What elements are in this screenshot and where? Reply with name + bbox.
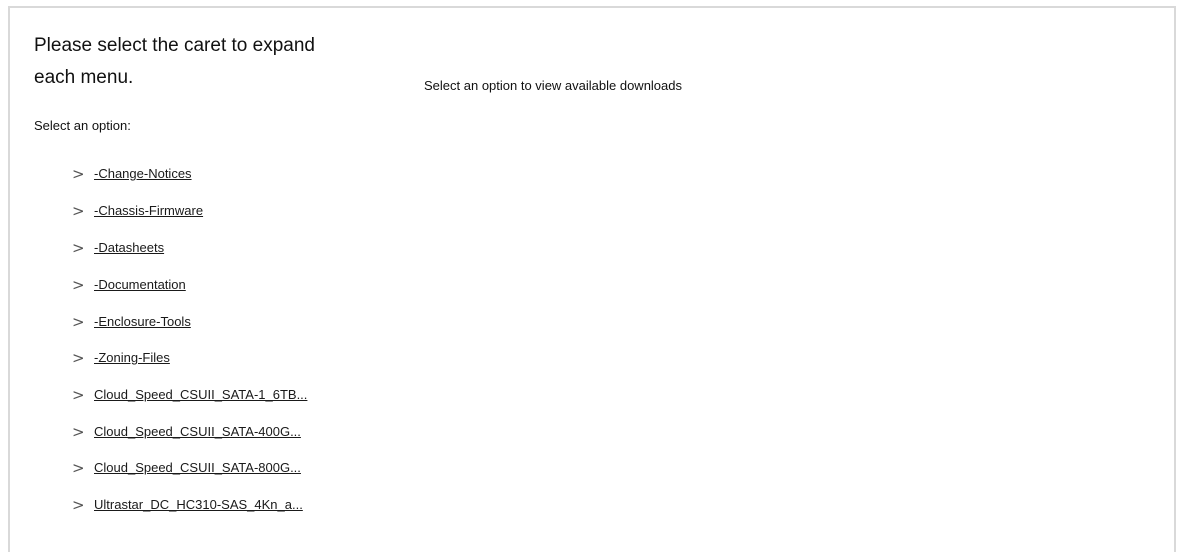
downloads-placeholder-message: Select an option to view available downl… [424,78,683,93]
tree-item: > -Chassis-Firmware [34,199,354,223]
tree-item-link[interactable]: Cloud_Speed_CSUII_SATA-1_6TB... [94,387,307,403]
page-heading: Please select the caret to expand each m… [34,35,315,88]
expand-caret-icon[interactable]: > [72,203,86,219]
tree-item: > -Documentation [34,273,354,297]
tree-item-link[interactable]: -Datasheets [94,240,164,256]
tree-item: > -Change-Notices [34,162,354,186]
tree-item-link[interactable]: Cloud_Speed_CSUII_SATA-800G... [94,460,301,476]
tree-item: > -Zoning-Files [34,346,354,370]
tree-item: > Ultrastar_DC_HC310-SAS_4Kn_a... [34,493,354,517]
options-tree-panel: > -Change-Notices > -Chassis-Firmware > … [34,138,372,534]
tree-item-link[interactable]: -Change-Notices [94,166,192,182]
expand-caret-icon[interactable]: > [72,314,86,330]
expand-caret-icon[interactable]: > [72,277,86,293]
expand-caret-icon[interactable]: > [72,350,86,366]
downloads-panel: Please select the caret to expand each m… [8,6,1176,552]
select-option-label: Select an option: [34,118,131,133]
expand-caret-icon[interactable]: > [72,460,86,476]
expand-caret-icon[interactable]: > [72,424,86,440]
tree-item-link[interactable]: Ultrastar_DC_HC310-SAS_4Kn_a... [94,497,303,513]
tree-item-link[interactable]: -Documentation [94,277,186,293]
expand-caret-icon[interactable]: > [72,387,86,403]
expand-caret-icon[interactable]: > [72,497,86,513]
tree-item-link[interactable]: -Zoning-Files [94,350,170,366]
tree-item: > -Enclosure-Tools [34,310,354,334]
tree-item: > -Datasheets [34,236,354,260]
tree-item: > Cloud_Speed_CSUII_SATA-1_6TB... [34,383,354,407]
tree-item: > Cloud_Speed_CSUII_SATA-800G... [34,456,354,480]
expand-caret-icon[interactable]: > [72,240,86,256]
tree-item-link[interactable]: -Chassis-Firmware [94,203,203,219]
tree-item: > Cloud_Speed_CSUII_SATA-400G... [34,420,354,444]
expand-caret-icon[interactable]: > [72,166,86,182]
tree-item-link[interactable]: -Enclosure-Tools [94,314,191,330]
tree-item-link[interactable]: Cloud_Speed_CSUII_SATA-400G... [94,424,301,440]
